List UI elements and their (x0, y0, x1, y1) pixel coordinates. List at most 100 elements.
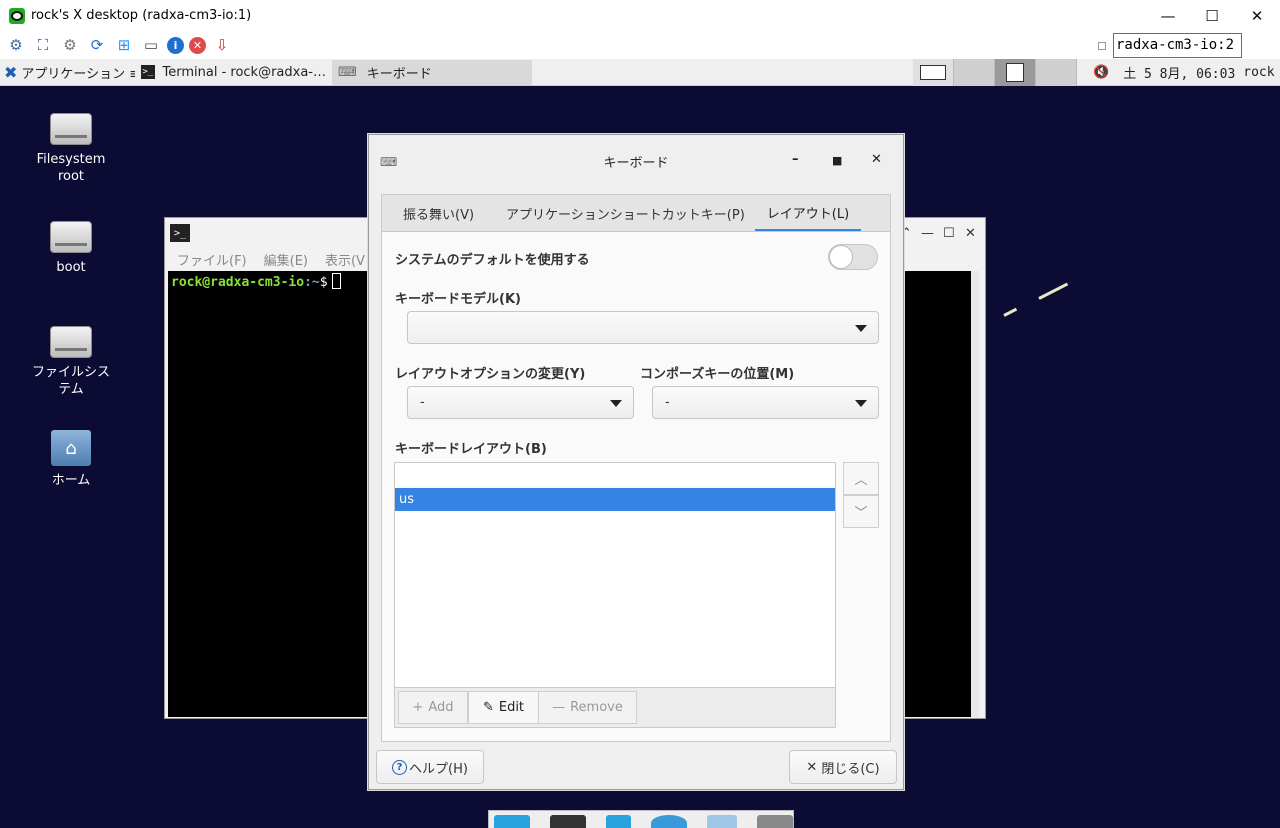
workspace-window-thumb (1006, 63, 1024, 82)
terminal-icon: >_ (170, 224, 190, 242)
dock-terminal-icon[interactable] (549, 815, 586, 828)
use-system-default-label: システムのデフォルトを使用する (395, 253, 590, 268)
vnc-titlebar: rock's X desktop (radxa-cm3-io:1) — ☐ ✕ (0, 0, 1280, 31)
chevron-down-icon (855, 400, 867, 407)
dialog-title: キーボード (603, 155, 669, 171)
host-checkbox[interactable] (1098, 42, 1106, 50)
vnc-window-title: rock's X desktop (radxa-cm3-io:1) (31, 8, 252, 23)
minimize-button[interactable]: — (1145, 0, 1191, 31)
layout-option-select[interactable]: - (407, 386, 634, 419)
add-layout-button[interactable]: + Add (398, 691, 468, 724)
minus-icon: — (552, 700, 566, 715)
desktop-icon-filesystem[interactable]: ファイルシステム (21, 326, 121, 398)
maximize-button[interactable]: ☐ (1189, 0, 1235, 31)
settings-icon[interactable]: ⚙ (59, 34, 81, 56)
home-folder-icon: ⌂ (51, 430, 91, 466)
dialog-maximize-button[interactable]: ■ (832, 154, 842, 167)
keyboard-icon: ⌨ (380, 155, 398, 169)
vnc-toolbar: ⚙ ⛶ ⚙ ⟳ ⊞ ▭ i ✕ ⇩ radxa-cm3-io:2 (0, 31, 1280, 59)
move-down-button[interactable]: ﹀ (843, 495, 879, 528)
ctrl-alt-del-icon[interactable]: ▭ (140, 34, 162, 56)
wallpaper-decoration (1038, 282, 1069, 300)
close-button[interactable]: ✕ (1234, 0, 1280, 31)
connection-options-icon[interactable]: ⚙ (5, 34, 27, 56)
pencil-icon: ✎ (482, 700, 494, 715)
terminal-menu-file[interactable]: ファイル(F) (177, 250, 247, 269)
prompt-symbol: $ (319, 275, 328, 290)
workspace-4[interactable] (1036, 59, 1077, 86)
disconnect-icon[interactable]: ✕ (189, 36, 206, 54)
desktop-icon-label: ホーム (51, 473, 91, 488)
refresh-icon[interactable]: ⟳ (86, 34, 108, 56)
chevron-down-icon: ﹀ (854, 506, 868, 521)
help-button[interactable]: ? ヘルプ(H) (376, 750, 484, 784)
windows-key-icon[interactable]: ⊞ (113, 34, 135, 56)
desktop-icon-boot[interactable]: boot (21, 221, 121, 276)
tab-layout[interactable]: レイアウト(L) (754, 195, 862, 232)
close-dialog-button[interactable]: ✕ 閉じる(C) (789, 750, 897, 784)
add-layout-label: Add (428, 700, 454, 715)
dock-folder-icon[interactable] (757, 815, 794, 828)
workspace-2[interactable] (954, 59, 995, 86)
terminal-menu-view[interactable]: 表示(V (325, 250, 365, 269)
bottom-dock (488, 810, 794, 828)
terminal-maximize-button[interactable]: ☐ (943, 226, 955, 241)
terminal-close-button[interactable]: ✕ (965, 226, 976, 241)
taskbar-item-keyboard[interactable]: ⌨ キーボード (332, 59, 532, 85)
keyboard-model-select[interactable] (407, 311, 879, 344)
chevron-down-icon (855, 325, 867, 332)
close-label: 閉じる(C) (821, 761, 880, 777)
desktop-icon-home[interactable]: ⌂ ホーム (21, 430, 121, 489)
list-item[interactable]: us (395, 488, 835, 511)
info-icon[interactable]: i (167, 36, 184, 54)
layout-option-label: レイアウトオプションの変更(Y) (395, 367, 586, 382)
host-input[interactable]: radxa-cm3-io:2 (1113, 33, 1242, 58)
edit-layout-button[interactable]: ✎ Edit (468, 691, 539, 724)
use-system-default-toggle[interactable] (828, 244, 878, 270)
volume-muted-icon[interactable]: 🔇 (1093, 65, 1109, 80)
drive-icon (50, 221, 92, 253)
workspace-switcher (913, 59, 1077, 86)
tab-behavior[interactable]: 振る舞い(V) (382, 195, 484, 232)
desktop-icon-filesystem-root[interactable]: Filesystem root (21, 113, 121, 185)
terminal-menu-edit[interactable]: 編集(E) (264, 250, 308, 269)
compose-key-select[interactable]: - (652, 386, 879, 419)
chevron-down-icon (610, 400, 622, 407)
dialog-tabs: 振る舞い(V) アプリケーションショートカットキー(P) レイアウト(L) (381, 194, 891, 232)
dialog-close-button[interactable]: ✕ (871, 152, 882, 167)
dock-search-icon[interactable] (706, 815, 738, 828)
user-name[interactable]: rock (1243, 65, 1274, 80)
dock-desktop-icon[interactable] (494, 815, 530, 828)
clock[interactable]: 土 5 8月, 06:03 (1123, 63, 1235, 82)
dialog-minimize-button[interactable]: – (792, 152, 799, 167)
workspace-3[interactable] (995, 59, 1036, 86)
keyboard-model-label: キーボードモデル(K) (395, 292, 521, 307)
remove-layout-label: Remove (570, 700, 623, 715)
transfer-icon[interactable]: ⇩ (211, 34, 233, 56)
keyboard-settings-dialog: ⌨ キーボード – ■ ✕ 振る舞い(V) アプリケーションショートカットキー(… (368, 134, 904, 790)
compose-key-value: - (665, 395, 670, 410)
fullscreen-icon[interactable]: ⛶ (32, 34, 54, 56)
move-up-button[interactable]: ︿ (843, 462, 879, 495)
terminal-minimize-button[interactable]: — (921, 226, 934, 241)
xfce-logo-icon: ✖ (4, 62, 18, 82)
dock-files-icon[interactable] (605, 815, 631, 828)
tab-shortcuts[interactable]: アプリケーションショートカットキー(P) (484, 195, 755, 232)
desktop-icon-label: boot (56, 260, 86, 275)
drive-icon (50, 326, 92, 358)
top-panel: ✖ アプリケーション ≡ >_ Terminal - rock@radxa-… … (0, 59, 1280, 86)
terminal-scrollbar[interactable] (971, 271, 979, 717)
edit-layout-label: Edit (498, 700, 525, 715)
remove-layout-button[interactable]: — Remove (538, 691, 637, 724)
system-tray: 🔇 土 5 8月, 06:03 rock (1093, 59, 1275, 86)
workspace-1[interactable] (913, 59, 954, 86)
help-icon: ? (392, 759, 408, 775)
taskbar-item-label: キーボード (366, 66, 432, 82)
dock-browser-icon[interactable] (650, 815, 687, 828)
plus-icon: + (412, 700, 424, 715)
applications-menu-button[interactable]: ✖ アプリケーション ≡ (0, 59, 135, 86)
desktop-icon-label: ファイルシステム (31, 365, 110, 397)
taskbar-item-terminal[interactable]: >_ Terminal - rock@radxa-… (135, 60, 332, 85)
prompt-path: :~ (304, 275, 320, 290)
desktop-icon-label: Filesystem root (36, 152, 106, 184)
